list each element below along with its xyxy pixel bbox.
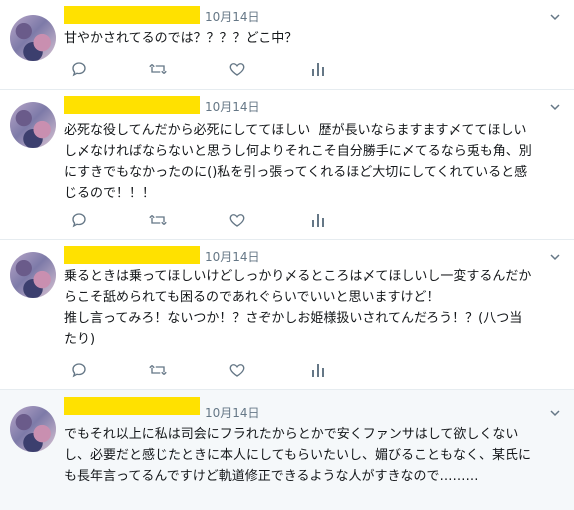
avatar[interactable]: [10, 15, 56, 61]
tweet-date[interactable]: 10月14日: [205, 8, 260, 25]
analytics-icon[interactable]: [310, 60, 330, 80]
avatar[interactable]: [10, 406, 56, 452]
tweet-actions: [70, 60, 340, 80]
tweet-actions: [70, 361, 340, 381]
chevron-down-icon[interactable]: [550, 102, 560, 112]
tweet-text: でもそれ以上に私は司会にフラれたからとかで安くファンサはして欲しくない し、必要…: [64, 427, 531, 484]
redacted-name: [64, 397, 200, 415]
tweet-text: 必死な役してんだから必死にしててほしい 歴が長いならますます〆ててほしい し〆な…: [64, 123, 532, 201]
tweet[interactable]: 10月14日 必死な役してんだから必死にしててほしい 歴が長いならますます〆てて…: [0, 90, 574, 240]
retweet-icon[interactable]: [148, 60, 168, 80]
like-icon[interactable]: [228, 60, 248, 80]
tweet-date[interactable]: 10月14日: [205, 248, 260, 265]
avatar[interactable]: [10, 252, 56, 298]
analytics-icon[interactable]: [310, 211, 330, 231]
redacted-name: [64, 246, 200, 264]
retweet-icon[interactable]: [148, 211, 168, 231]
chevron-down-icon[interactable]: [550, 12, 560, 22]
redacted-name: [64, 96, 200, 114]
tweet-text: 甘やかされてるのでは？？？？どこ中？: [64, 31, 298, 46]
retweet-icon[interactable]: [148, 361, 168, 381]
chevron-down-icon[interactable]: [550, 252, 560, 262]
redacted-name: [64, 6, 200, 24]
tweet[interactable]: 10月14日 でもそれ以上に私は司会にフラれたからとかで安くファンサはして欲しく…: [0, 390, 574, 510]
analytics-icon[interactable]: [310, 361, 330, 381]
reply-icon[interactable]: [70, 60, 90, 80]
tweet-text: 乗るときは乗ってほしいけどしっかり〆るところは〆てほしいし一変するんだか らこそ…: [64, 269, 532, 347]
tweet-date[interactable]: 10月14日: [205, 98, 260, 115]
avatar[interactable]: [10, 102, 56, 148]
chevron-down-icon[interactable]: [550, 408, 560, 418]
reply-icon[interactable]: [70, 361, 90, 381]
reply-icon[interactable]: [70, 211, 90, 231]
like-icon[interactable]: [228, 361, 248, 381]
tweet[interactable]: 10月14日 甘やかされてるのでは？？？？どこ中？: [0, 0, 574, 90]
tweet[interactable]: 10月14日 乗るときは乗ってほしいけどしっかり〆るところは〆てほしいし一変する…: [0, 240, 574, 390]
tweet-date[interactable]: 10月14日: [205, 404, 260, 421]
tweet-actions: [70, 211, 340, 231]
like-icon[interactable]: [228, 211, 248, 231]
